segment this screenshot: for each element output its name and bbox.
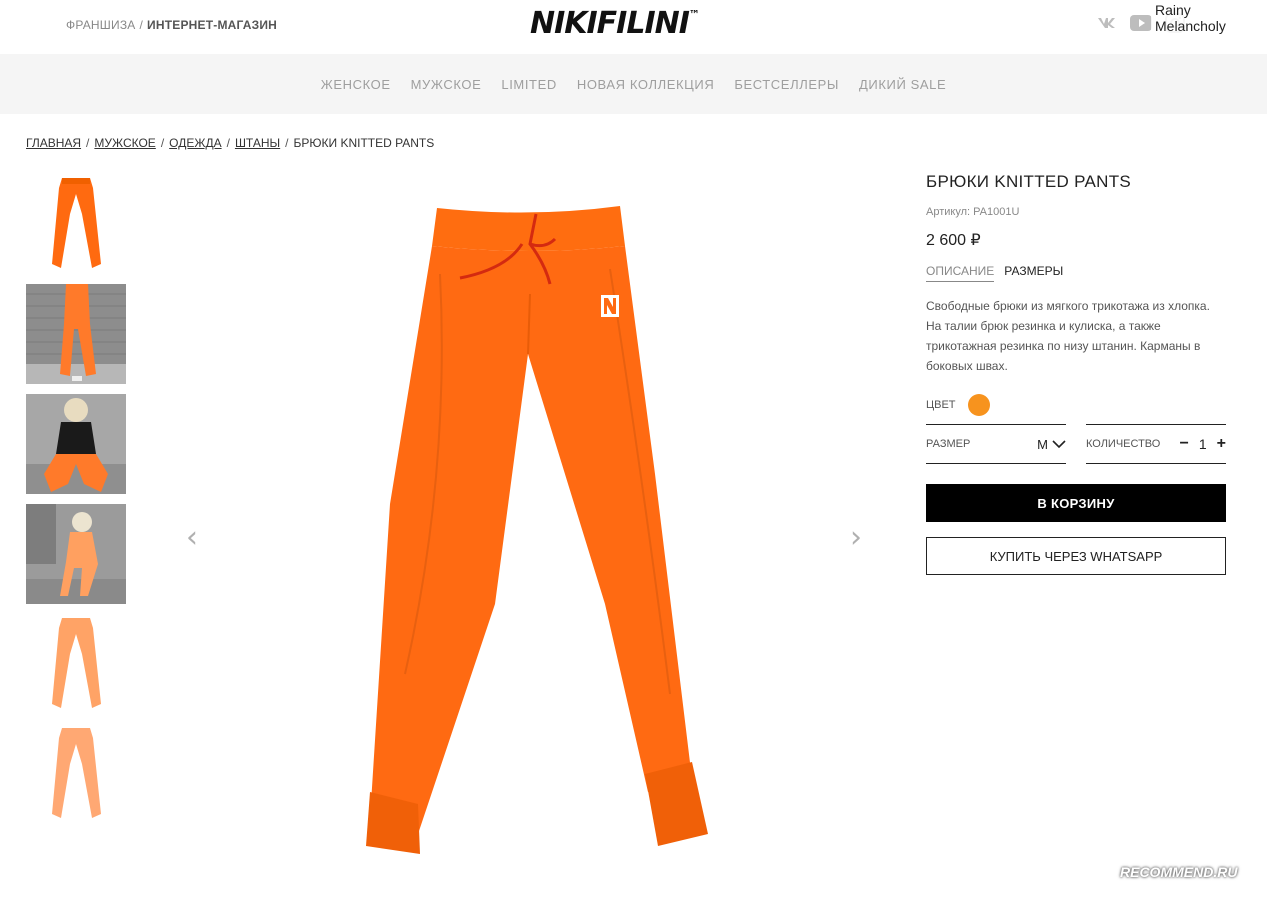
youtube-icon[interactable] [1130, 14, 1152, 32]
chevron-left-icon[interactable]: ‹ [186, 520, 198, 555]
breadcrumb-men[interactable]: МУЖСКОЕ [94, 136, 155, 150]
nav-item-women[interactable]: ЖЕНСКОЕ [321, 77, 391, 92]
product-info: БРЮКИ KNITTED PANTS Артикул: PA1001U 2 6… [926, 172, 1226, 575]
thumbnail[interactable] [26, 614, 126, 714]
increase-quantity-button[interactable]: + [1217, 435, 1226, 453]
thumbnail[interactable] [26, 724, 126, 824]
quantity-value: 1 [1198, 436, 1207, 452]
breadcrumb-current: БРЮКИ KNITTED PANTS [293, 136, 435, 150]
breadcrumb: ГЛАВНАЯ / МУЖСКОЕ / ОДЕЖДА / ШТАНЫ / БРЮКИ KNITT… [26, 136, 435, 150]
watermark: RECOMMEND.RU [1120, 864, 1238, 880]
product-title: БРЮКИ KNITTED PANTS [926, 172, 1132, 191]
product-tabs: ОПИСАНИЕ РАЗМЕРЫ [926, 264, 1226, 282]
nav-item-sale[interactable]: ДИКИЙ SALE [859, 77, 946, 92]
breadcrumb-clothing[interactable]: ОДЕЖДА [169, 136, 221, 150]
color-swatch-orange[interactable] [967, 394, 990, 416]
size-select[interactable]: РАЗМЕР M [926, 424, 1066, 464]
breadcrumb-pants[interactable]: ШТАНЫ [235, 136, 280, 150]
product-sku: Артикул: PA1001U [926, 206, 1020, 218]
top-links: ФРАНШИЗА / ИНТЕРНЕТ-МАГАЗИН [66, 18, 277, 32]
nav-item-men[interactable]: МУЖСКОЕ [411, 77, 482, 92]
separator: / [139, 18, 144, 32]
thumbnail[interactable] [26, 174, 126, 274]
product-description: Свободные брюки из мягкого трикотажа из … [926, 299, 1210, 373]
decrease-quantity-button[interactable]: − [1180, 435, 1189, 453]
buy-via-whatsapp-button[interactable]: КУПИТЬ ЧЕРЕЗ WHATSAPP [926, 537, 1226, 575]
online-store-link[interactable]: ИНТЕРНЕТ-МАГАЗИН [147, 18, 277, 32]
top-bar: ФРАНШИЗА / ИНТЕРНЕТ-МАГАЗИН NIKIFILINI™ Ra… [0, 0, 1267, 54]
nav-item-new-collection[interactable]: НОВАЯ КОЛЛЕКЦИЯ [577, 77, 714, 92]
color-label: ЦВЕТ [926, 399, 956, 411]
quantity-label: КОЛИЧЕСТВО [1086, 438, 1161, 450]
tab-sizes[interactable]: РАЗМЕРЫ [1004, 264, 1063, 282]
chevron-down-icon [1052, 440, 1066, 449]
thumbnail[interactable] [26, 394, 126, 494]
franchise-link[interactable]: ФРАНШИЗА [66, 18, 135, 32]
thumbnail[interactable] [26, 284, 126, 384]
chevron-right-icon[interactable]: › [850, 520, 862, 555]
color-selector: ЦВЕТ [926, 394, 1226, 416]
size-label: РАЗМЕР [926, 438, 971, 450]
thumbnail-list [26, 174, 126, 834]
vk-icon[interactable] [1096, 14, 1118, 32]
size-value: M [1037, 436, 1048, 452]
user-name: Rainy Melancholy [1151, 2, 1267, 34]
thumbnail[interactable] [26, 504, 126, 604]
nav-item-bestsellers[interactable]: БЕСТСЕЛЛЕРЫ [734, 77, 839, 92]
site-logo[interactable]: NIKIFILINI™ [530, 6, 700, 41]
options-row: РАЗМЕР M КОЛИЧЕСТВО − 1 + [926, 424, 1226, 464]
product-price: 2 600 ₽ [926, 232, 981, 249]
add-to-cart-button[interactable]: В КОРЗИНУ [926, 484, 1226, 522]
nav-item-limited[interactable]: LIMITED [501, 77, 556, 92]
breadcrumb-home[interactable]: ГЛАВНАЯ [26, 136, 81, 150]
product-main-image [150, 174, 900, 874]
main-nav: ЖЕНСКОЕ МУЖСКОЕ LIMITED НОВАЯ КОЛЛЕКЦИЯ … [0, 54, 1267, 114]
quantity-stepper: КОЛИЧЕСТВО − 1 + [1086, 424, 1226, 464]
tab-description[interactable]: ОПИСАНИЕ [926, 264, 995, 282]
